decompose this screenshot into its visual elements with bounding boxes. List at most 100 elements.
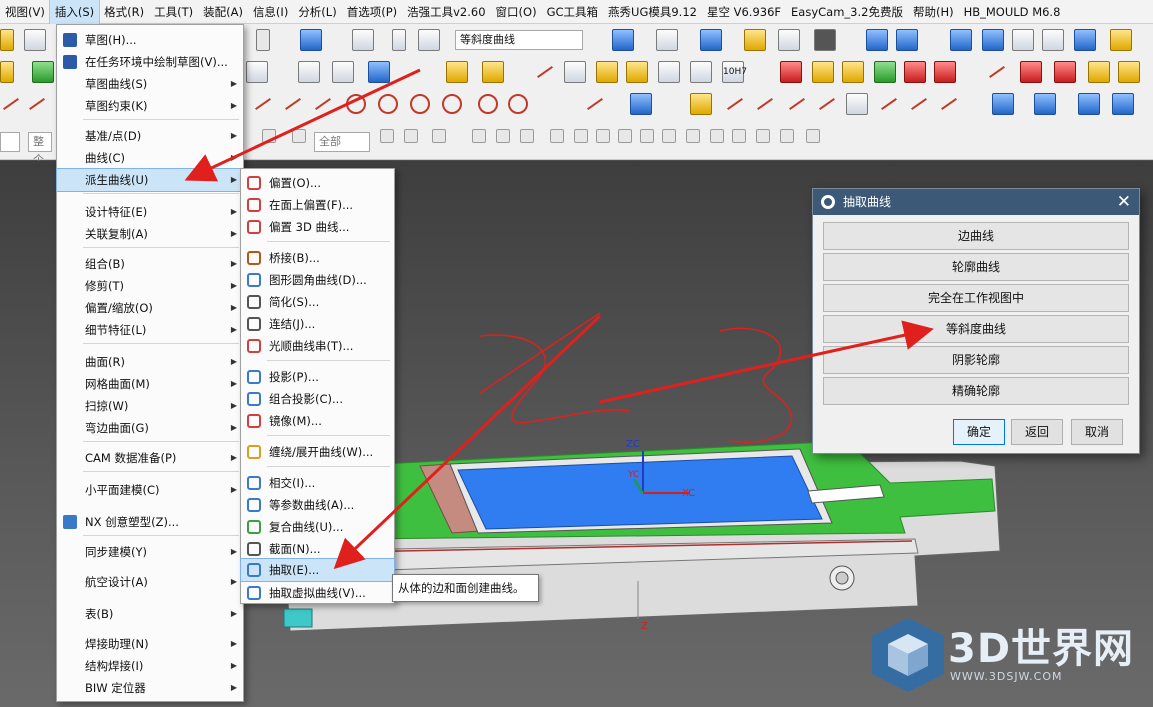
insert-menu-item[interactable]: 小平面建模(C) ▶ xyxy=(57,479,243,501)
component-icon[interactable] xyxy=(596,61,618,83)
part-icon[interactable] xyxy=(950,29,972,51)
boolean-unite-icon[interactable] xyxy=(446,61,468,83)
insert-menu-item[interactable]: 表(B) ▶ xyxy=(57,603,243,625)
edge-curve-button[interactable]: 边曲线 xyxy=(823,222,1129,250)
snap-existing-icon[interactable] xyxy=(710,129,724,143)
insert-menu-item[interactable]: 关联复制(A) ▶ xyxy=(57,223,243,245)
hole-icon[interactable] xyxy=(368,61,390,83)
snap-icon[interactable] xyxy=(352,29,374,51)
circle-center-icon[interactable] xyxy=(378,94,398,114)
wave-icon[interactable] xyxy=(908,93,930,115)
derived-curve-item[interactable]: 复合曲线(U)... xyxy=(241,516,394,538)
insert-menu-item[interactable]: 修剪(T) ▶ xyxy=(57,275,243,297)
menubar-item[interactable]: GC工具箱 xyxy=(542,0,603,24)
menubar-item[interactable]: 信息(I) xyxy=(248,0,293,24)
deselect-icon[interactable] xyxy=(404,129,418,143)
table-icon[interactable] xyxy=(564,61,586,83)
ruler-icon[interactable] xyxy=(878,93,900,115)
snap-point-icon[interactable] xyxy=(550,129,564,143)
insert-menu-item[interactable]: 草图约束(K) ▶ xyxy=(57,95,243,117)
insert-menu-item[interactable]: 扫掠(W) ▶ xyxy=(57,395,243,417)
offset-icon[interactable] xyxy=(690,93,712,115)
info-icon[interactable] xyxy=(418,29,440,51)
chamfer-icon[interactable] xyxy=(812,61,834,83)
insert-menu-item[interactable]: CAM 数据准备(P) ▶ xyxy=(57,447,243,469)
undo-icon[interactable] xyxy=(256,29,270,51)
edit-icon[interactable] xyxy=(1042,29,1064,51)
snap-mid-icon[interactable] xyxy=(596,129,610,143)
back-button[interactable]: 返回 xyxy=(1011,419,1063,445)
orient-icon[interactable] xyxy=(896,29,918,51)
insert-menu-item[interactable]: 同步建模(Y) ▶ xyxy=(57,541,243,563)
mesh-icon[interactable] xyxy=(982,29,1004,51)
gear-icon[interactable] xyxy=(821,195,835,209)
cylinder-icon[interactable] xyxy=(298,61,320,83)
trim-icon[interactable] xyxy=(754,93,776,115)
snap-on-face-icon[interactable] xyxy=(756,129,770,143)
menubar-item[interactable]: 分析(L) xyxy=(293,0,341,24)
circle-3pt-icon[interactable] xyxy=(410,94,430,114)
derived-curve-item[interactable]: 组合投影(C)... xyxy=(241,388,394,410)
derived-curve-item[interactable]: 抽取虚拟曲线(V)... xyxy=(241,582,394,604)
insert-menu-item[interactable]: 在任务环境中绘制草图(V)... xyxy=(57,51,243,73)
selection-scope-combo[interactable]: 全部 xyxy=(314,132,370,152)
select-icon[interactable] xyxy=(392,29,406,51)
circle-point-icon[interactable] xyxy=(508,94,528,114)
isocline-curve-button[interactable]: 等斜度曲线 xyxy=(823,315,1129,343)
menubar-item[interactable]: HB_MOULD M6.8 xyxy=(959,0,1066,24)
corner-trim-icon[interactable] xyxy=(816,93,838,115)
snap-intersect-icon[interactable] xyxy=(640,129,654,143)
insert-menu-item[interactable]: 组合(B) ▶ xyxy=(57,253,243,275)
menubar-item[interactable]: 浩强工具v2.60 xyxy=(402,0,490,24)
grid-icon[interactable] xyxy=(806,129,820,143)
menubar-item[interactable]: 帮助(H) xyxy=(908,0,959,24)
surface-icon[interactable] xyxy=(904,61,926,83)
insert-menu-item[interactable]: 细节特征(L) ▶ xyxy=(57,319,243,341)
ok-button[interactable]: 确定 xyxy=(953,419,1005,445)
insert-menu-item[interactable]: 弯边曲面(G) ▶ xyxy=(57,417,243,439)
insert-menu-item[interactable]: 焊接助理(N) ▶ xyxy=(57,633,243,655)
shape-icon[interactable] xyxy=(846,93,868,115)
fillet-icon[interactable] xyxy=(282,93,304,115)
outline-curve-button[interactable]: 轮廓曲线 xyxy=(823,253,1129,281)
insert-menu-item[interactable]: 派生曲线(U) ▶ xyxy=(56,168,244,192)
derived-curve-item[interactable]: 在面上偏置(F)... xyxy=(241,194,394,216)
part-nav-icon[interactable] xyxy=(626,61,648,83)
circle-radius-icon[interactable] xyxy=(442,94,462,114)
derived-curve-item[interactable]: 连结(J)... xyxy=(241,313,394,335)
menubar-item[interactable]: 格式(R) xyxy=(99,0,149,24)
display-icon[interactable] xyxy=(778,29,800,51)
curve-icon[interactable] xyxy=(986,61,1008,83)
fit-view-icon[interactable] xyxy=(612,29,634,51)
split-icon[interactable] xyxy=(938,93,960,115)
sweep-icon[interactable] xyxy=(1054,61,1076,83)
drawing-icon[interactable] xyxy=(658,61,680,83)
analysis-icon[interactable] xyxy=(934,61,956,83)
derived-curve-item[interactable]: 桥接(B)... xyxy=(241,247,394,269)
snap-on-curve-icon[interactable] xyxy=(732,129,746,143)
loft-icon[interactable] xyxy=(1034,93,1056,115)
insert-menu-item[interactable]: 曲线(C) ▶ xyxy=(57,147,243,169)
insert-menu-item[interactable]: 曲面(R) ▶ xyxy=(57,351,243,373)
cube-view-icon[interactable] xyxy=(700,29,722,51)
precise-outline-button[interactable]: 精确轮廓 xyxy=(823,377,1129,405)
corner-icon[interactable] xyxy=(312,93,334,115)
menubar-item[interactable]: 星空 V6.936F xyxy=(702,0,786,24)
curve-type-combo[interactable]: 等斜度曲线 xyxy=(455,30,583,50)
save-icon[interactable] xyxy=(24,29,46,51)
derived-line-icon[interactable] xyxy=(584,93,606,115)
check-icon[interactable] xyxy=(32,61,54,83)
spline-icon[interactable] xyxy=(786,93,808,115)
filter-dropdown[interactable] xyxy=(0,132,20,152)
derived-curve-item[interactable]: 偏置 3D 曲线... xyxy=(241,216,394,238)
pick-icon[interactable] xyxy=(380,129,394,143)
shade-icon[interactable] xyxy=(656,29,678,51)
layer-icon[interactable] xyxy=(744,29,766,51)
sketch-icon[interactable] xyxy=(0,61,14,83)
derived-curve-item[interactable]: 简化(S)... xyxy=(241,291,394,313)
mold-icon[interactable] xyxy=(1110,29,1132,51)
spring-icon[interactable] xyxy=(332,61,354,83)
select-mode-icon[interactable] xyxy=(262,129,276,143)
insert-menu-item[interactable]: 偏置/缩放(O) ▶ xyxy=(57,297,243,319)
point-icon[interactable] xyxy=(26,93,48,115)
